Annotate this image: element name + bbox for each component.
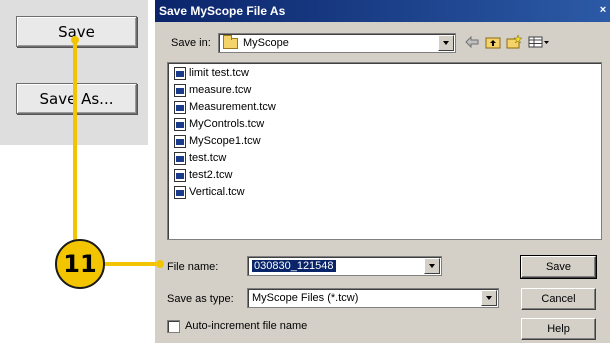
list-item[interactable]: Measurement.tcw	[174, 99, 276, 115]
file-icon	[174, 168, 186, 182]
save-as-type-dropdown[interactable]: MyScope Files (*.tcw)	[247, 288, 499, 308]
auto-increment-label: Auto-increment file name	[185, 320, 308, 332]
chevron-down-icon[interactable]	[438, 35, 454, 51]
list-item[interactable]: limit test.tcw	[174, 65, 249, 81]
save-as-type-value: MyScope Files (*.tcw)	[252, 292, 359, 304]
callout-connector-vertical	[73, 40, 77, 240]
file-icon	[174, 83, 186, 97]
callout-dot-top	[71, 36, 79, 44]
list-item[interactable]: test2.tcw	[174, 167, 232, 183]
dialog-title: Save MyScope File As	[159, 4, 286, 18]
file-name-value: 030830_121548	[252, 260, 336, 272]
new-folder-icon[interactable]	[505, 34, 523, 50]
file-icon	[174, 151, 186, 165]
callout-connector-horizontal	[104, 262, 160, 266]
file-icon	[174, 66, 186, 80]
close-icon[interactable]: ×	[596, 2, 610, 18]
file-name-label: File name:	[167, 261, 219, 273]
save-in-label: Save in:	[171, 37, 211, 49]
help-button[interactable]: Help	[521, 318, 596, 340]
folder-icon	[223, 34, 238, 49]
file-icon	[174, 117, 186, 131]
auto-increment-checkbox[interactable]	[167, 320, 180, 333]
save-in-dropdown[interactable]: MyScope	[218, 33, 456, 53]
list-item[interactable]: MyScope1.tcw	[174, 133, 261, 149]
file-name-input[interactable]: 030830_121548	[247, 256, 442, 276]
dialog-titlebar: Save MyScope File As ×	[155, 0, 610, 22]
chevron-down-icon[interactable]	[481, 290, 497, 306]
file-list[interactable]: limit test.tcw measure.tcw Measurement.t…	[167, 62, 602, 240]
chevron-down-icon[interactable]	[424, 258, 440, 274]
list-item[interactable]: MyControls.tcw	[174, 116, 264, 132]
view-menu-icon[interactable]	[527, 34, 551, 50]
cancel-button[interactable]: Cancel	[521, 288, 596, 310]
save-as-type-label: Save as type:	[167, 293, 234, 305]
up-folder-icon[interactable]	[484, 34, 502, 50]
list-item[interactable]: Vertical.tcw	[174, 184, 245, 200]
callout-number-badge: 11	[55, 239, 105, 289]
list-item[interactable]: test.tcw	[174, 150, 226, 166]
save-button[interactable]: Save	[520, 255, 597, 279]
list-item[interactable]: measure.tcw	[174, 82, 251, 98]
file-icon	[174, 134, 186, 148]
file-icon	[174, 185, 186, 199]
file-icon	[174, 100, 186, 114]
save-in-value: MyScope	[243, 37, 289, 49]
callout-dot-end	[156, 260, 164, 268]
save-file-dialog: Save MyScope File As × Save in: MyScope …	[155, 0, 610, 343]
back-icon[interactable]	[463, 34, 481, 50]
